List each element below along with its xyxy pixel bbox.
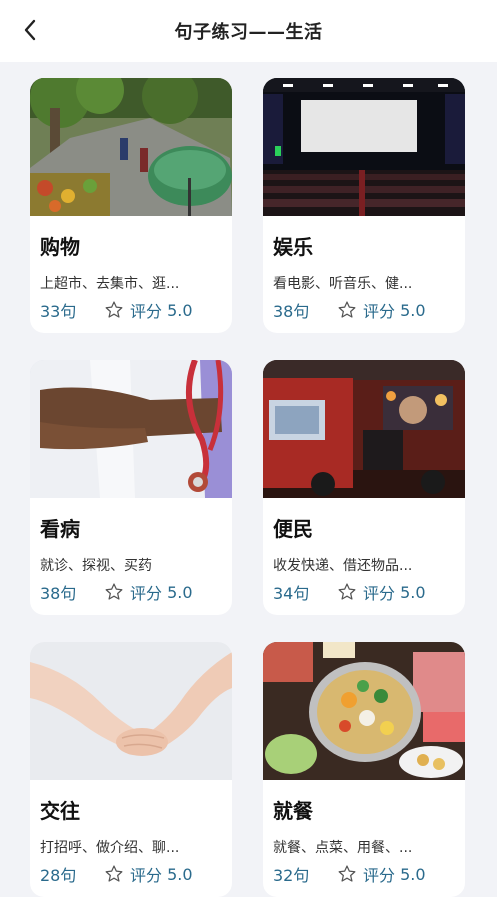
topic-card-medical[interactable]: 看病 就诊、探视、买药 38句 评分 5.0 [30, 360, 232, 615]
topic-meta: 38句 评分 5.0 [40, 580, 230, 604]
topic-card-social[interactable]: 交往 打招呼、做介绍、聊... 28句 评分 5.0 [30, 642, 232, 897]
rating-score: 5.0 [167, 300, 193, 320]
topic-meta: 38句 评分 5.0 [273, 298, 463, 322]
rating: 评分 5.0 [337, 298, 426, 322]
topic-title: 便民 [273, 517, 313, 541]
topic-title: 就餐 [273, 799, 313, 823]
star-icon [338, 301, 356, 318]
rating-score: 5.0 [400, 300, 426, 320]
topic-meta: 28句 评分 5.0 [40, 862, 230, 886]
sentence-count: 38句 [273, 302, 310, 321]
star-icon [105, 301, 123, 318]
topic-meta: 32句 评分 5.0 [273, 862, 463, 886]
rating-score: 5.0 [167, 582, 193, 602]
rating-label: 评分 [130, 866, 163, 885]
rating-label: 评分 [363, 584, 396, 603]
rating-score: 5.0 [400, 864, 426, 884]
topic-card-shopping[interactable]: 购物 上超市、去集市、逛... 33句 评分 5.0 [30, 78, 232, 333]
doctor-image [30, 360, 232, 498]
topic-card-convenience[interactable]: 便民 收发快递、借还物品... 34句 评分 5.0 [263, 360, 465, 615]
topic-description: 上超市、去集市、逛... [40, 276, 180, 292]
sentence-count: 33句 [40, 302, 77, 321]
topic-title: 交往 [40, 799, 80, 823]
rating: 评分 5.0 [337, 580, 426, 604]
chevron-left-icon [24, 19, 36, 41]
top-bar: 句子练习——生活 [0, 0, 497, 62]
cinema-image [263, 78, 465, 216]
hotpot-image [263, 642, 465, 780]
topic-description: 收发快递、借还物品... [273, 558, 413, 574]
rating-score: 5.0 [167, 864, 193, 884]
rating-label: 评分 [130, 302, 163, 321]
handshake-image [30, 642, 232, 780]
topic-title: 购物 [40, 235, 80, 259]
market-image [30, 78, 232, 216]
sentence-count: 38句 [40, 584, 77, 603]
rating: 评分 5.0 [104, 862, 193, 886]
delivery-image [263, 360, 465, 498]
rating: 评分 5.0 [337, 862, 426, 886]
star-icon [338, 865, 356, 882]
sentence-count: 28句 [40, 866, 77, 885]
topic-card-entertainment[interactable]: 娱乐 看电影、听音乐、健... 38句 评分 5.0 [263, 78, 465, 333]
sentence-count: 32句 [273, 866, 310, 885]
page-title: 句子练习——生活 [174, 22, 323, 43]
topic-title: 娱乐 [273, 235, 313, 259]
topic-description: 就餐、点菜、用餐、... [273, 840, 413, 856]
topic-description: 就诊、探视、买药 [40, 558, 152, 574]
topic-card-dining[interactable]: 就餐 就餐、点菜、用餐、... 32句 评分 5.0 [263, 642, 465, 897]
star-icon [105, 865, 123, 882]
star-icon [105, 583, 123, 600]
sentence-count: 34句 [273, 584, 310, 603]
topic-description: 打招呼、做介绍、聊... [40, 840, 180, 856]
topic-grid: 购物 上超市、去集市、逛... 33句 评分 5.0 娱乐 看电影、听音乐、健.… [0, 62, 497, 897]
topic-description: 看电影、听音乐、健... [273, 276, 413, 292]
topic-meta: 34句 评分 5.0 [273, 580, 463, 604]
back-button[interactable] [14, 14, 46, 46]
rating-label: 评分 [363, 302, 396, 321]
rating: 评分 5.0 [104, 298, 193, 322]
rating: 评分 5.0 [104, 580, 193, 604]
star-icon [338, 583, 356, 600]
rating-score: 5.0 [400, 582, 426, 602]
topic-meta: 33句 评分 5.0 [40, 298, 230, 322]
rating-label: 评分 [363, 866, 396, 885]
rating-label: 评分 [130, 584, 163, 603]
topic-title: 看病 [40, 517, 80, 541]
